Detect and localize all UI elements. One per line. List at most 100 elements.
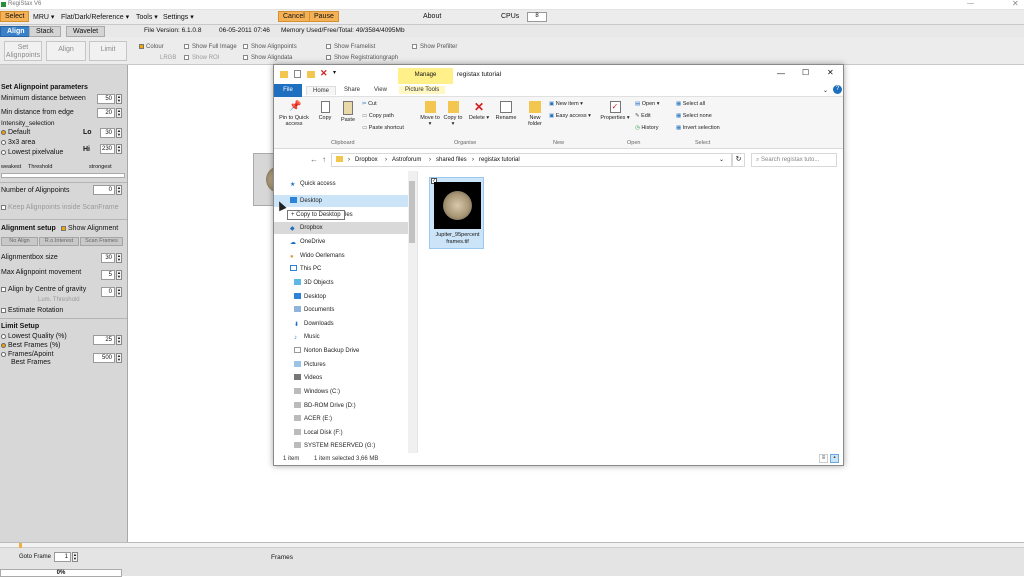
manage-tab[interactable]: Manage: [398, 68, 453, 84]
show-prefilter-checkbox[interactable]: Show Prefilter: [412, 44, 457, 50]
select-none-button[interactable]: ▦ Select none: [676, 113, 712, 119]
rename-button[interactable]: Rename: [493, 101, 519, 121]
cpus-select[interactable]: 8: [527, 12, 547, 22]
nav-item-local-disk-f[interactable]: Local Disk (F:): [294, 427, 343, 439]
scan-frames-button[interactable]: Scan Frames: [80, 237, 123, 246]
lowest-quality-spinner[interactable]: ▲ ▼: [116, 335, 122, 345]
nav-item-videos[interactable]: Videos: [294, 372, 322, 384]
refresh-icon[interactable]: ↻: [732, 153, 745, 167]
show-aligndata-checkbox[interactable]: Show Aligndata: [243, 55, 292, 61]
move-to-button[interactable]: Move to ▾: [419, 101, 441, 127]
select-menu[interactable]: Select: [0, 11, 30, 22]
show-framelist-checkbox[interactable]: Show Framelist: [326, 44, 375, 50]
align-button[interactable]: Align: [46, 41, 86, 61]
nav-item-music[interactable]: ♪ Music: [294, 331, 320, 343]
show-alignpoints-checkbox[interactable]: Show Alignpoints: [243, 44, 297, 50]
frame-slider-thumb[interactable]: [19, 543, 22, 548]
min-distance-spinner[interactable]: ▲ ▼: [116, 94, 122, 104]
best-frames-pct-radio[interactable]: Best Frames (%): [1, 342, 61, 349]
new-folder-button[interactable]: New folder: [524, 101, 546, 127]
paste-shortcut-button[interactable]: ▭ Paste shortcut: [362, 125, 404, 131]
search-box[interactable]: ⌕ Search registax tuto...: [751, 153, 837, 167]
min-distance-input[interactable]: 50: [97, 94, 115, 104]
cut-button[interactable]: ✂ Cut: [362, 101, 377, 107]
tab-stack[interactable]: Stack: [29, 26, 61, 37]
lowest-pixel-radio[interactable]: Lowest pixelvalue: [1, 149, 63, 156]
about-menu[interactable]: About: [423, 13, 441, 20]
nav-item-onedrive[interactable]: ☁ OneDrive: [290, 236, 325, 248]
nav-item-quick-access[interactable]: ★ Quick access: [290, 178, 336, 190]
show-registrationgraph-checkbox[interactable]: Show Registrationgraph: [326, 55, 398, 61]
tab-share[interactable]: Share: [338, 86, 366, 94]
show-alignment-checkbox[interactable]: Show Alignment: [61, 225, 118, 232]
nav-item-3d-objects[interactable]: 3D Objects: [294, 277, 334, 289]
properties-icon[interactable]: [294, 70, 301, 78]
ribbon-expand-icon[interactable]: ⌄: [823, 87, 828, 94]
lowest-quality-input[interactable]: 25: [93, 335, 115, 345]
flat-dark-reference-menu[interactable]: Flat/Dark/Reference ▾: [61, 13, 129, 21]
nav-item-pictures[interactable]: Pictures: [294, 359, 326, 371]
tab-wavelet[interactable]: Wavelet: [66, 26, 106, 37]
large-icons-view-icon[interactable]: ▪: [830, 454, 839, 463]
maximize-icon[interactable]: ☐: [802, 68, 809, 77]
cancel-button[interactable]: Cancel: [278, 11, 310, 22]
frame-slider[interactable]: [0, 543, 1024, 548]
area-radio[interactable]: 3x3 area: [1, 139, 35, 146]
hi-input[interactable]: 230: [100, 144, 115, 154]
frames-apoint-radio[interactable]: Frames/Apoint: [1, 351, 54, 358]
tab-home[interactable]: Home: [306, 86, 337, 95]
easy-access-button[interactable]: ▣ Easy access ▾: [549, 113, 591, 119]
limit-button[interactable]: Limit: [89, 41, 127, 61]
new-folder-icon[interactable]: [307, 71, 315, 78]
nav-item-desktop[interactable]: Desktop: [290, 195, 322, 207]
breadcrumb-shared-files[interactable]: shared files: [436, 154, 467, 166]
colour-checkbox[interactable]: Colour: [139, 44, 164, 50]
min-edge-input[interactable]: 20: [97, 108, 115, 118]
minimize-icon[interactable]: —: [967, 0, 974, 7]
select-all-button[interactable]: ▦ Select all: [676, 101, 705, 107]
goto-frame-spinner[interactable]: ▲ ▼: [72, 552, 78, 562]
help-icon[interactable]: ?: [833, 85, 842, 94]
nav-item-norton[interactable]: Norton Backup Drive: [294, 345, 359, 357]
hi-spinner[interactable]: ▲ ▼: [116, 144, 122, 154]
align-centre-checkbox[interactable]: Align by Centre of gravity: [1, 286, 86, 293]
open-button[interactable]: ▤ Open ▾: [635, 101, 659, 107]
nav-scrollbar[interactable]: [408, 171, 417, 453]
lowest-quality-radio[interactable]: Lowest Quality (%): [1, 333, 67, 340]
chevron-down-icon[interactable]: ⌄: [719, 154, 724, 166]
min-edge-spinner[interactable]: ▲ ▼: [116, 108, 122, 118]
threshold-slider[interactable]: [1, 173, 125, 178]
max-movement-spinner[interactable]: ▲ ▼: [116, 270, 122, 280]
paste-button[interactable]: Paste: [337, 101, 359, 123]
pause-button[interactable]: Pause: [309, 11, 339, 22]
file-item-jupiter[interactable]: ✓ Jupiter_95percent frames.tif: [429, 177, 484, 249]
back-arrow-icon[interactable]: ←: [310, 155, 318, 164]
number-alignpoints-spinner[interactable]: ▲ ▼: [116, 185, 122, 195]
show-roi-checkbox[interactable]: Show ROI: [184, 55, 219, 61]
estimate-rotation-checkbox[interactable]: Estimate Rotation: [1, 307, 63, 314]
nav-item-desktop-pc[interactable]: Desktop: [294, 291, 326, 303]
no-align-button[interactable]: No Align: [1, 237, 38, 246]
lo-input[interactable]: 30: [100, 128, 115, 138]
alignbox-size-spinner[interactable]: ▲ ▼: [116, 253, 122, 263]
max-movement-input[interactable]: 5: [101, 270, 115, 280]
best-frames-input[interactable]: 500: [93, 353, 115, 363]
align-centre-input[interactable]: 0: [101, 287, 115, 297]
keep-alignpoints-checkbox[interactable]: Keep Alignpoints inside ScanFrame: [1, 204, 119, 211]
copy-button[interactable]: Copy: [314, 101, 336, 121]
nav-item-dropbox[interactable]: ◆ Dropbox: [290, 222, 323, 234]
minimize-icon[interactable]: —: [777, 69, 785, 78]
properties-button[interactable]: ✓ Properties ▾: [600, 101, 630, 121]
delete-button[interactable]: ✕ Delete ▾: [468, 101, 490, 121]
nav-item-windows-c[interactable]: Windows (C:): [294, 386, 340, 398]
number-alignpoints-input[interactable]: 0: [93, 185, 115, 195]
details-view-icon[interactable]: ≡: [819, 454, 828, 463]
goto-frame-input[interactable]: 1: [54, 552, 71, 562]
lo-spinner[interactable]: ▲ ▼: [116, 128, 122, 138]
tools-menu[interactable]: Tools ▾: [136, 13, 158, 21]
default-radio[interactable]: Default: [1, 129, 30, 136]
breadcrumb-dropbox[interactable]: Dropbox: [355, 154, 378, 166]
copy-path-button[interactable]: ▭ Copy path: [362, 113, 394, 119]
mru-menu[interactable]: MRU ▾: [33, 13, 54, 21]
breadcrumb-registax-tutorial[interactable]: registax tutorial: [479, 154, 520, 166]
